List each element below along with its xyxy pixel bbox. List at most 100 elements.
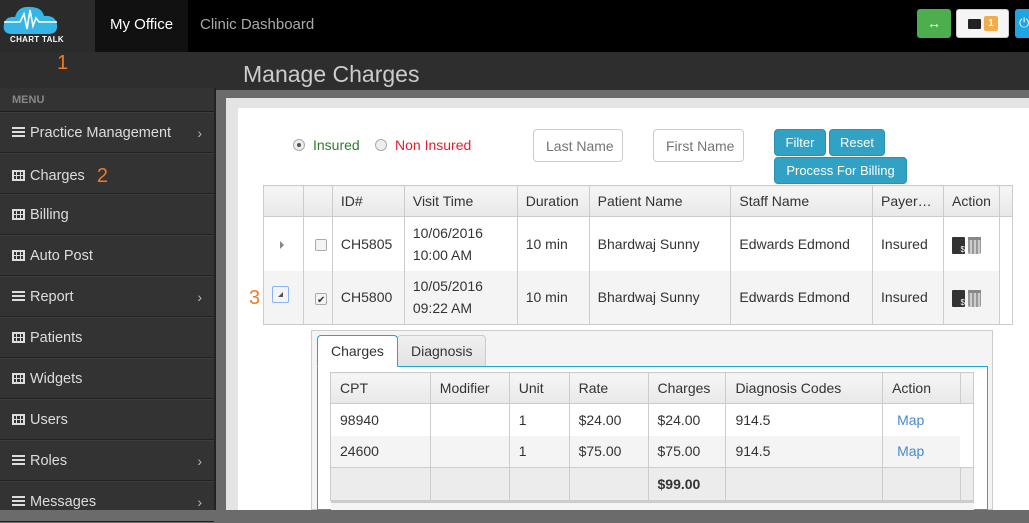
rate: $75.00 (569, 435, 649, 468)
list-icon (12, 127, 25, 138)
non-insured-radio[interactable] (375, 139, 387, 151)
pager-bar (331, 501, 974, 510)
table-row[interactable]: CH5805 10/06/2016 10:00 AM 10 min Bhardwa… (263, 216, 1013, 271)
col-unit[interactable]: Unit (509, 372, 570, 404)
total-row: $99.00 (330, 467, 974, 501)
trash-icon[interactable] (967, 290, 981, 308)
visit-date-text: 10/05/2016 (412, 278, 483, 295)
grid-icon (12, 373, 25, 384)
process-for-billing-button[interactable]: Process For Billing (774, 157, 907, 184)
filter-button[interactable]: Filter (774, 129, 826, 156)
chevron-right-icon: › (197, 289, 202, 305)
billing-icon[interactable] (951, 236, 965, 254)
col-scroll (999, 185, 1014, 217)
grid-icon (12, 170, 25, 181)
sidebar-item-label: Auto Post (30, 248, 93, 264)
col-diagnosis-codes[interactable]: Diagnosis Codes (725, 372, 884, 404)
expand-button[interactable]: ↔ (917, 9, 951, 38)
insured-radio[interactable] (293, 139, 305, 151)
charge-id: CH5805 (332, 216, 405, 271)
charges: $24.00 (648, 403, 727, 436)
tab-charges[interactable]: Charges (317, 335, 398, 367)
grid-icon (12, 414, 25, 425)
charges-table: ID# Visit Time Duration Patient Name Sta… (263, 185, 1014, 325)
chart-talk-logo[interactable]: CHART TALK (0, 0, 95, 52)
modifier (430, 403, 510, 436)
top-navbar: CHART TALK My Office Clinic Dashboard ↔ … (0, 0, 1029, 52)
collapse-row-icon[interactable] (272, 285, 289, 303)
unit: 1 (509, 403, 570, 436)
col-rate[interactable]: Rate (569, 372, 649, 404)
col-id[interactable]: ID# (332, 185, 405, 217)
diagnosis-code: 914.5 (725, 403, 884, 436)
col-modifier[interactable]: Modifier (430, 372, 510, 404)
visit-time-text: 10:00 AM (412, 246, 473, 263)
power-icon: ⏻ (1019, 15, 1029, 30)
visit-time: 10/06/2016 10:00 AM (404, 216, 518, 271)
col-select (303, 185, 333, 217)
first-name-input[interactable] (653, 129, 744, 162)
billing-icon[interactable] (951, 290, 965, 308)
row-checkbox-checked[interactable] (314, 290, 327, 312)
row-actions (943, 216, 1000, 271)
sidebar-item-auto-post[interactable]: Auto Post (0, 235, 214, 276)
col-action: Action (882, 372, 961, 404)
payer: Insured (872, 216, 944, 271)
trash-icon[interactable] (967, 236, 981, 254)
tab-diagnosis[interactable]: Diagnosis (397, 335, 487, 367)
sidebar-item-practice-management[interactable]: Practice Management › (0, 112, 214, 153)
reset-button[interactable]: Reset (829, 129, 885, 156)
arrows-horizontal-icon: ↔ (927, 15, 941, 31)
power-button[interactable]: ⏻ (1015, 9, 1029, 38)
cpt-charges-table: CPT Modifier Unit Rate Charges Diagnosis… (330, 372, 975, 501)
nav-my-office[interactable]: My Office (95, 0, 189, 52)
messages-button[interactable]: 1 (956, 9, 1009, 38)
unit: 1 (509, 435, 570, 468)
chevron-right-icon: › (197, 494, 202, 510)
list-icon (12, 455, 25, 466)
annotation-3: 3 (249, 287, 261, 309)
table-header-row: ID# Visit Time Duration Patient Name Sta… (263, 185, 1014, 217)
cpt-code: 98940 (330, 403, 431, 436)
visit-time: 10/05/2016 09:22 AM (404, 270, 518, 325)
col-staff-name[interactable]: Staff Name (730, 185, 874, 217)
col-expand (263, 185, 304, 217)
menu-header: MENU (0, 88, 214, 112)
row-checkbox[interactable] (314, 239, 327, 252)
sidebar-item-charges[interactable]: Charges 2 (0, 153, 214, 194)
page-header-bar (0, 52, 1029, 90)
grid-icon (12, 250, 25, 261)
map-link[interactable]: Map (892, 412, 924, 428)
col-charges[interactable]: Charges (648, 372, 727, 404)
nav-clinic-dashboard[interactable]: Clinic Dashboard (185, 0, 329, 52)
map-link[interactable]: Map (892, 443, 924, 459)
expand-row-icon[interactable] (280, 240, 284, 249)
chevron-right-icon: › (197, 453, 202, 469)
total-charges: $99.00 (648, 467, 727, 501)
table-header-row: CPT Modifier Unit Rate Charges Diagnosis… (330, 372, 975, 404)
row-actions (943, 270, 1000, 325)
insured-label[interactable]: Insured (313, 137, 360, 153)
sidebar-item-report[interactable]: Report › (0, 276, 214, 317)
grid-icon (12, 332, 25, 343)
col-payer[interactable]: Payer… (872, 185, 944, 217)
list-icon (12, 291, 25, 302)
payer: Insured (872, 270, 944, 325)
sidebar-item-patients[interactable]: Patients (0, 317, 214, 358)
sidebar-item-label: Patients (30, 330, 83, 346)
sidebar-item-messages[interactable]: Messages › (0, 481, 214, 522)
col-visit-time[interactable]: Visit Time (404, 185, 518, 217)
duration: 10 min (517, 216, 590, 271)
col-duration[interactable]: Duration (517, 185, 590, 217)
col-cpt[interactable]: CPT (330, 372, 431, 404)
col-patient-name[interactable]: Patient Name (589, 185, 732, 217)
sidebar-item-users[interactable]: Users (0, 399, 214, 440)
page-title: Manage Charges (243, 61, 420, 87)
last-name-input[interactable] (533, 129, 623, 162)
sidebar-item-label: Billing (30, 207, 69, 223)
non-insured-label[interactable]: Non Insured (395, 137, 471, 153)
sidebar-item-billing[interactable]: Billing (0, 194, 214, 235)
table-row[interactable]: CH5800 10/05/2016 09:22 AM 10 min Bhardwa… (263, 270, 1013, 325)
sidebar-item-widgets[interactable]: Widgets (0, 358, 214, 399)
sidebar-item-roles[interactable]: Roles › (0, 440, 214, 481)
